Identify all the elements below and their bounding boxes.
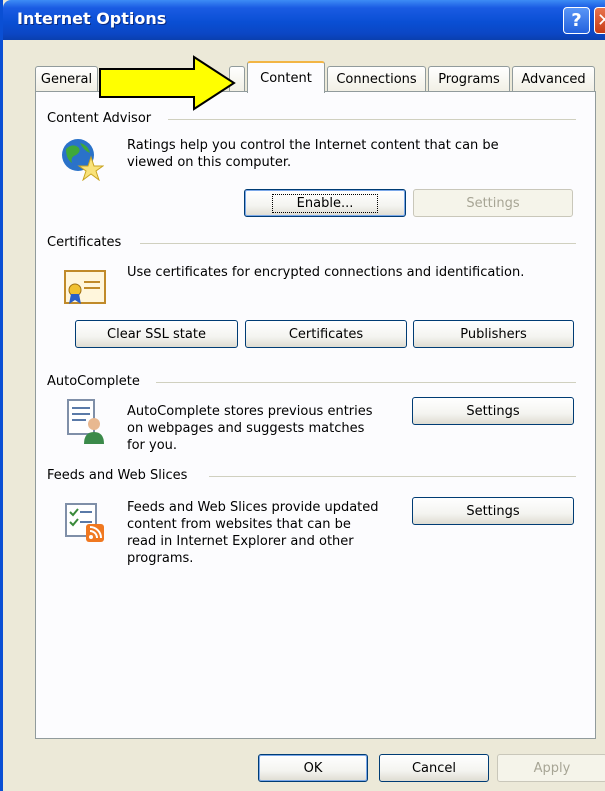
- certificates-description: Use certificates for encrypted connectio…: [127, 265, 525, 280]
- clear-ssl-state-button[interactable]: Clear SSL state: [75, 320, 238, 348]
- feeds-description-line4: programs.: [127, 551, 194, 566]
- feeds-heading: Feeds and Web Slices: [47, 468, 194, 483]
- feeds-settings-button[interactable]: Settings: [412, 497, 574, 525]
- autocomplete-heading: AutoComplete: [47, 374, 146, 389]
- autocomplete-description-line1: AutoComplete stores previous entries: [127, 404, 373, 419]
- tab-general[interactable]: General: [35, 66, 98, 92]
- tab-connections[interactable]: Connections: [327, 66, 426, 92]
- feeds-description-line2: content from websites that can be: [127, 517, 351, 532]
- autocomplete-icon: [67, 399, 104, 444]
- tab-content[interactable]: Content: [247, 61, 325, 93]
- cancel-button[interactable]: Cancel: [379, 754, 489, 782]
- content-advisor-settings-button[interactable]: Settings: [413, 189, 573, 217]
- apply-button[interactable]: Apply: [497, 754, 605, 782]
- certificates-button[interactable]: Certificates: [245, 320, 407, 348]
- autocomplete-divider: [156, 382, 576, 383]
- content-advisor-divider: [168, 119, 576, 120]
- feeds-icon: [65, 503, 104, 542]
- content-advisor-description-line1: Ratings help you control the Internet co…: [127, 138, 499, 153]
- tab-programs[interactable]: Programs: [428, 66, 510, 92]
- certificates-divider: [140, 243, 576, 244]
- close-button[interactable]: ✕: [594, 7, 605, 34]
- feeds-description-line3: read in Internet Explorer and other: [127, 534, 354, 549]
- enable-button-label: Enable...: [271, 193, 379, 213]
- tab-advanced[interactable]: Advanced: [512, 66, 595, 92]
- autocomplete-settings-button[interactable]: Settings: [412, 397, 574, 425]
- globe-star-icon: [62, 139, 104, 181]
- help-button[interactable]: ?: [563, 7, 590, 34]
- content-advisor-description-line2: viewed on this computer.: [127, 155, 292, 170]
- enable-button[interactable]: Enable...: [244, 189, 406, 217]
- title-bar[interactable]: Internet Options ? ✕: [3, 0, 605, 40]
- certificate-icon: [64, 270, 106, 304]
- ok-button[interactable]: OK: [258, 754, 368, 782]
- certificates-heading: Certificates: [47, 235, 128, 250]
- window-title: Internet Options: [17, 9, 167, 28]
- autocomplete-description-line3: for you.: [127, 438, 178, 453]
- feeds-description-line1: Feeds and Web Slices provide updated: [127, 500, 379, 515]
- feeds-divider: [209, 476, 576, 477]
- autocomplete-description-line2: on webpages and suggests matches: [127, 421, 365, 436]
- publishers-button[interactable]: Publishers: [413, 320, 574, 348]
- annotation-arrow-icon: [99, 55, 236, 111]
- content-advisor-heading: Content Advisor: [47, 111, 158, 126]
